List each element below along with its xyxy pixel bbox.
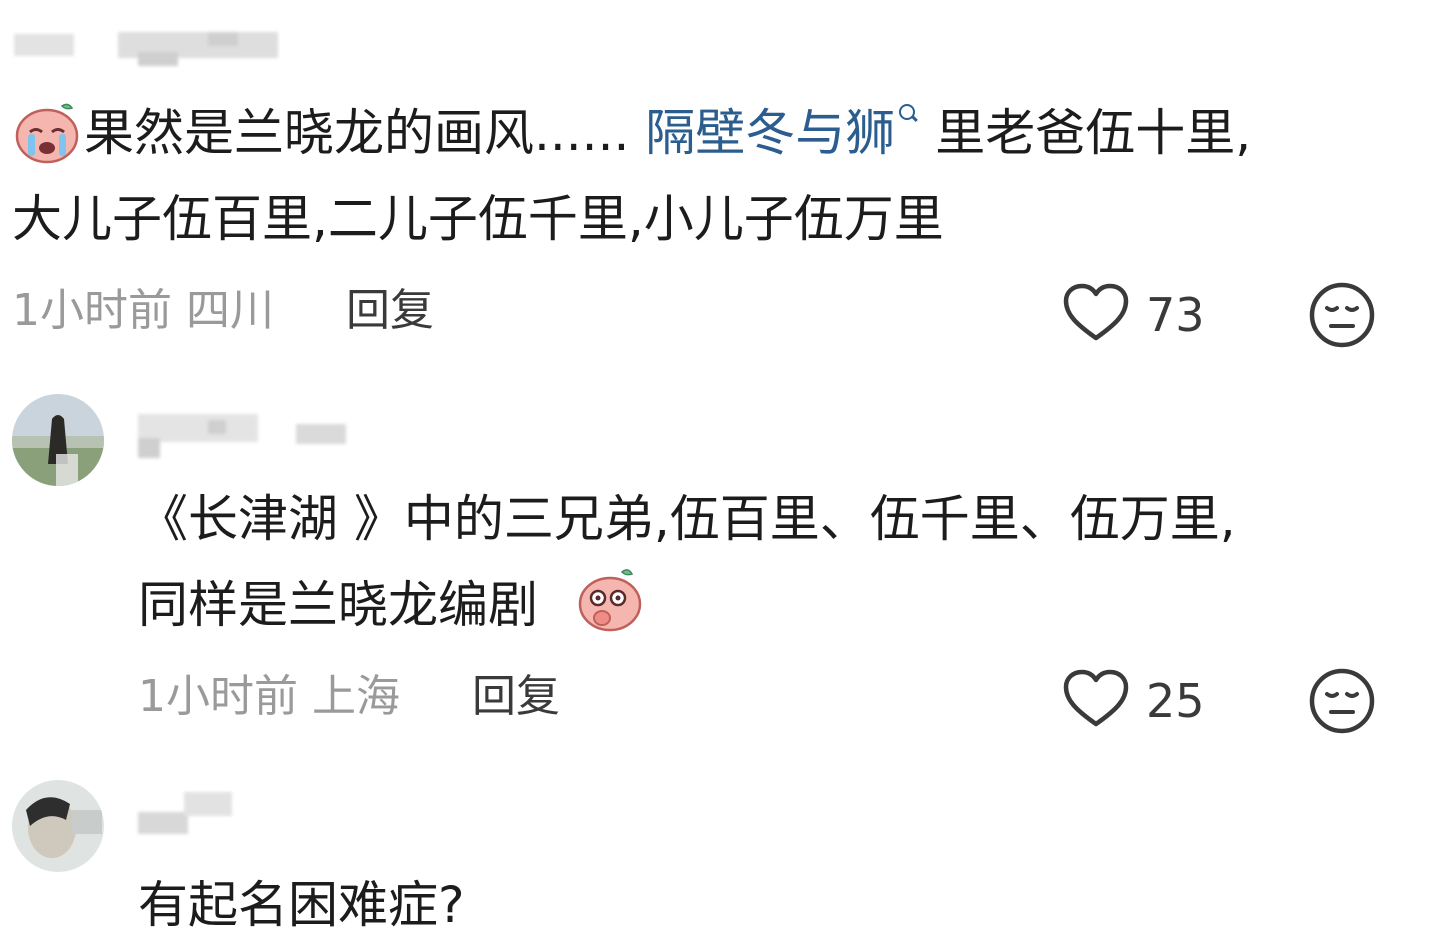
username-blurred[interactable] bbox=[138, 414, 258, 458]
comment-text: 有起名困难症? bbox=[138, 876, 465, 934]
comment-meta: 1小时前 四川 bbox=[12, 286, 274, 336]
comment-location: 上海 bbox=[312, 671, 400, 722]
meh-face-icon[interactable] bbox=[1307, 666, 1377, 736]
crying-peach-emoji bbox=[15, 103, 79, 164]
shocked-peach-emoji bbox=[578, 569, 642, 632]
comment-time: 1小时前 bbox=[12, 285, 172, 336]
avatar[interactable] bbox=[12, 780, 104, 872]
avatar[interactable] bbox=[12, 394, 104, 486]
reply-button[interactable]: 回复 bbox=[346, 286, 434, 336]
heart-icon[interactable] bbox=[1062, 668, 1130, 730]
comment-location: 四川 bbox=[186, 285, 274, 336]
like-count: 25 bbox=[1146, 674, 1205, 728]
heart-icon[interactable] bbox=[1062, 282, 1130, 344]
topic-link[interactable]: 隔壁冬与狮 bbox=[645, 104, 895, 162]
comment-text-line2: 同样是兰晓龙编剧 bbox=[138, 562, 538, 648]
username-blurred[interactable] bbox=[118, 32, 278, 66]
username-blurred[interactable] bbox=[14, 34, 74, 56]
like-count: 73 bbox=[1146, 288, 1205, 342]
search-icon[interactable] bbox=[897, 104, 919, 126]
comment-text-part: 同样是兰晓龙编剧 bbox=[138, 576, 538, 634]
comment-text-part: 里老爸伍十里, bbox=[935, 104, 1252, 162]
comment-text-line2: 大儿子伍百里,二儿子伍千里,小儿子伍万里 bbox=[12, 190, 944, 248]
comment-meta: 1小时前 上海 bbox=[138, 672, 400, 722]
username-blurred[interactable] bbox=[138, 812, 188, 834]
username-blurred[interactable] bbox=[184, 792, 232, 816]
comment-text: 《长津湖 》中的三兄弟,伍百里、伍千里、伍万里, bbox=[138, 490, 1236, 548]
comment-time: 1小时前 bbox=[138, 671, 298, 722]
comment-text: 果然是兰晓龙的画风...... 隔壁冬与狮 里老爸伍十里, bbox=[84, 90, 1251, 176]
meh-face-icon[interactable] bbox=[1307, 280, 1377, 350]
reply-button[interactable]: 回复 bbox=[472, 672, 560, 722]
comment-text-part: 果然是兰晓龙的画风...... bbox=[84, 104, 646, 162]
username-blurred[interactable] bbox=[296, 424, 346, 444]
